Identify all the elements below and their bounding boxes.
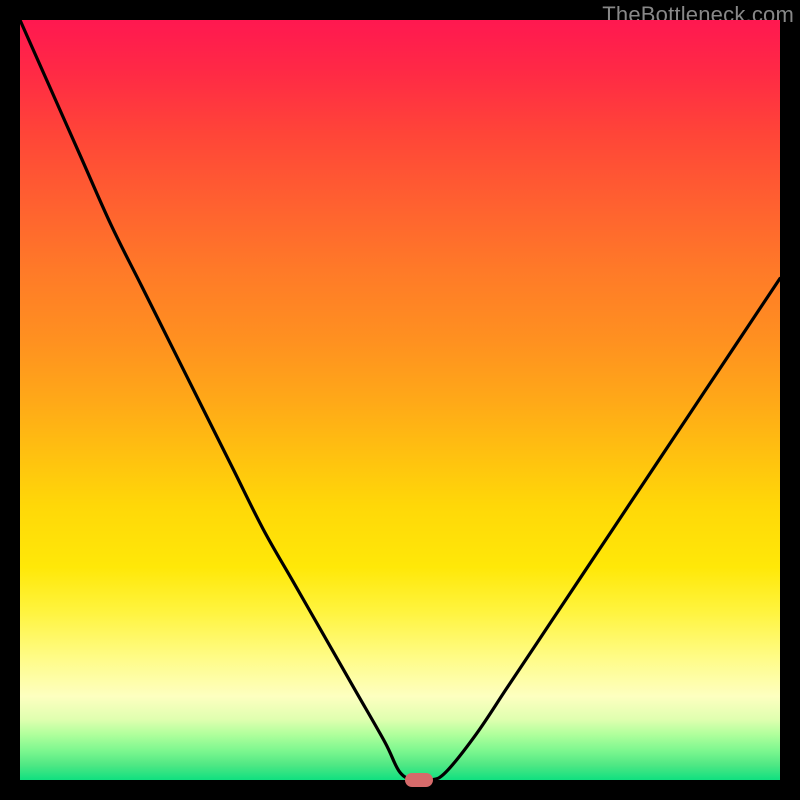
chart-container: TheBottleneck.com [0,0,800,800]
bottleneck-curve [20,20,780,780]
minimum-marker [405,773,433,787]
plot-area [20,20,780,780]
